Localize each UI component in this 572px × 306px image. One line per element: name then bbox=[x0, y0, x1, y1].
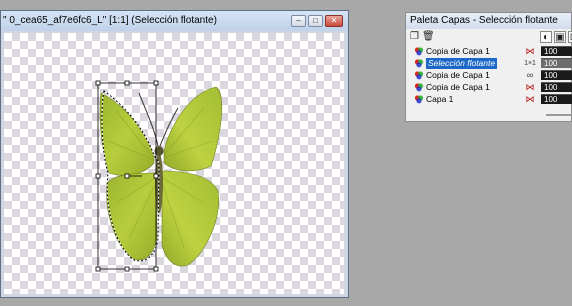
layer-type-icon bbox=[414, 83, 424, 92]
mask-icon[interactable]: ⋈ bbox=[523, 82, 537, 93]
layer-opacity[interactable]: 100 bbox=[541, 46, 572, 56]
layer-row[interactable]: Copia de Capa 1 ⋈ bbox=[410, 82, 540, 93]
maximize-button[interactable]: □ bbox=[308, 15, 323, 27]
layer-opacity[interactable]: 100 bbox=[541, 94, 572, 104]
trash-icon[interactable]: 🗑 bbox=[422, 31, 435, 42]
layer-type-icon bbox=[414, 95, 424, 104]
mask-icon[interactable]: ⋈ bbox=[523, 46, 537, 57]
image-window[interactable]: " 0_cea65_af7e6fc6_L" [1:1] (Selección f… bbox=[0, 10, 349, 298]
layer-name: Copia de Capa 1 bbox=[426, 46, 490, 56]
layer-opacity[interactable]: 100 bbox=[541, 70, 572, 80]
layer-opacity[interactable]: 100 bbox=[541, 58, 572, 68]
new-layer-icon[interactable]: ❐ bbox=[409, 31, 420, 42]
layer-type-icon bbox=[414, 47, 424, 56]
image-window-titlebar[interactable]: " 0_cea65_af7e6fc6_L" [1:1] (Selección f… bbox=[1, 11, 348, 31]
layers-palette[interactable]: Paleta Capas - Selección flotante ❐ 🗑 ◐ … bbox=[405, 12, 572, 122]
mask-icon[interactable]: ⋈ bbox=[523, 94, 537, 105]
link-icon[interactable]: ⊡ bbox=[568, 31, 572, 43]
layer-row[interactable]: Copia de Capa 1 ∞ bbox=[410, 70, 540, 81]
layers-palette-titlebar[interactable]: Paleta Capas - Selección flotante bbox=[406, 13, 571, 29]
blend-mode-divider bbox=[546, 114, 572, 116]
layer-row[interactable]: Capa 1 ⋈ bbox=[410, 94, 540, 105]
layers-toolbar: ❐ 🗑 ◐ ▣ ⊡ bbox=[406, 30, 572, 44]
glasses-icon[interactable]: ∞ bbox=[523, 70, 537, 81]
minimize-button[interactable]: – bbox=[291, 15, 306, 27]
image-canvas[interactable] bbox=[4, 33, 344, 294]
layer-row-selected[interactable]: Selección flotante 1×1 bbox=[410, 58, 540, 69]
visibility-icon[interactable]: ◐ bbox=[540, 31, 552, 43]
layer-name: Copia de Capa 1 bbox=[426, 70, 490, 80]
layer-name: Capa 1 bbox=[426, 94, 454, 104]
layer-row[interactable]: Copia de Capa 1 ⋈ bbox=[410, 46, 540, 57]
layer-name: Copia de Capa 1 bbox=[426, 82, 490, 92]
butterfly-image bbox=[95, 80, 223, 272]
layer-type-icon bbox=[414, 71, 424, 80]
float-icon[interactable]: 1×1 bbox=[523, 58, 537, 69]
layers-palette-title: Paleta Capas - Selección flotante bbox=[410, 15, 558, 26]
image-window-title: " 0_cea65_af7e6fc6_L" [1:1] (Selección f… bbox=[3, 15, 217, 26]
lock-icon[interactable]: ▣ bbox=[554, 31, 566, 43]
layer-opacity[interactable]: 100 bbox=[541, 82, 572, 92]
layer-type-icon bbox=[414, 59, 424, 68]
close-button[interactable]: ✕ bbox=[325, 15, 343, 27]
layer-name: Selección flotante bbox=[426, 58, 498, 69]
